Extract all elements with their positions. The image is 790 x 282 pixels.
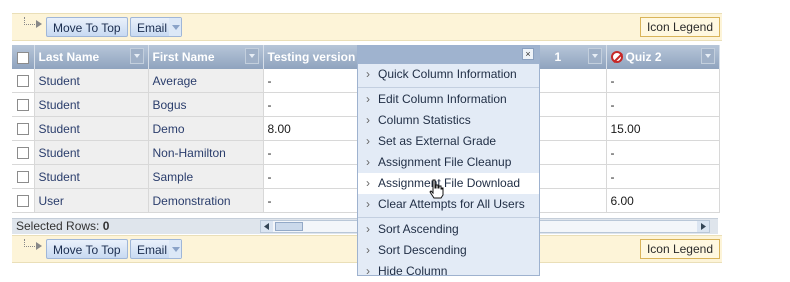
row-checkbox[interactable] [16, 147, 29, 160]
last-name-cell[interactable]: Student [34, 140, 149, 165]
menu-items: Quick Column Information Edit Column Info… [358, 64, 539, 282]
select-all-checkbox[interactable] [16, 51, 29, 64]
first-name-cell[interactable]: Bogus [148, 92, 264, 117]
scrollbar-thumb[interactable] [275, 222, 303, 231]
quiz-2-cell[interactable]: - [606, 164, 720, 189]
selected-rows-label: Selected Rows: [16, 219, 100, 233]
menu-item-clear-attempts-for-all-users[interactable]: Clear Attempts for All Users [358, 194, 539, 215]
row-checkbox[interactable] [16, 195, 29, 208]
top-action-bar: Move To Top Email Icon Legend [12, 13, 722, 41]
selected-rows-count: 0 [102, 219, 110, 233]
menu-header: × [358, 46, 539, 64]
row-checkbox[interactable] [16, 75, 29, 88]
first-name-cell[interactable]: Non-Hamilton [148, 140, 264, 165]
scroll-left-glyph [264, 223, 269, 230]
menu-separator [358, 217, 539, 218]
column-header-first-name[interactable]: First Name [148, 45, 264, 69]
arrow-icon [24, 17, 46, 31]
move-to-top-button[interactable]: Move To Top [46, 17, 128, 37]
row-select-cell [12, 92, 35, 117]
scroll-right-glyph [701, 223, 706, 230]
row-select-cell [12, 140, 35, 165]
no-entry-icon [610, 51, 623, 63]
column-header-label: 1 [554, 50, 562, 64]
first-name-cell[interactable]: Demo [148, 116, 264, 141]
hand-pointer-glyph [429, 179, 444, 199]
menu-item-edit-column-information[interactable]: Edit Column Information [358, 89, 539, 110]
chevron-down-icon [169, 240, 182, 258]
row-select-cell [12, 116, 35, 141]
column-header-quiz-2[interactable]: Quiz 2 [606, 45, 720, 69]
chevron-down-icon [169, 18, 182, 36]
quiz-2-cell[interactable]: - [606, 140, 720, 165]
quiz-2-cell[interactable]: - [606, 69, 720, 93]
scroll-left-icon[interactable] [261, 221, 273, 232]
column-header-label: Quiz 2 [625, 50, 662, 64]
arrow-icon [24, 239, 46, 253]
column-header-label: Last Name [38, 50, 100, 64]
row-checkbox[interactable] [16, 171, 29, 184]
menu-item-hide-column[interactable]: Hide Column [358, 261, 539, 282]
column-menu-icon[interactable] [587, 48, 602, 64]
column-header-label: First Name [152, 50, 215, 64]
row-checkbox[interactable] [16, 99, 29, 112]
icon-legend-button[interactable]: Icon Legend [639, 17, 720, 37]
column-context-menu: × Quick Column Information Edit Column In… [357, 45, 540, 282]
menu-item-assignment-file-cleanup[interactable]: Assignment File Cleanup [358, 152, 539, 173]
last-name-cell[interactable]: Student [34, 92, 149, 117]
quiz-2-cell[interactable]: 6.00 [606, 188, 720, 213]
menu-item-set-as-external-grade[interactable]: Set as External Grade [358, 131, 539, 152]
last-name-cell[interactable]: Student [34, 116, 149, 141]
scroll-right-icon[interactable] [697, 221, 709, 232]
select-all-cell [12, 45, 35, 69]
row-select-cell [12, 188, 35, 213]
menu-item-column-statistics[interactable]: Column Statistics [358, 110, 539, 131]
email-label: Email [137, 243, 168, 257]
email-label: Email [137, 21, 168, 35]
last-name-cell[interactable]: Student [34, 69, 149, 93]
last-name-cell[interactable]: Student [34, 164, 149, 189]
quiz-2-cell[interactable]: 15.00 [606, 116, 720, 141]
menu-item-assignment-file-download[interactable]: Assignment File Download [358, 173, 539, 194]
row-select-cell [12, 164, 35, 189]
menu-item-quick-column-information[interactable]: Quick Column Information [358, 64, 539, 85]
column-menu-icon[interactable] [700, 48, 715, 64]
first-name-cell[interactable]: Average [148, 69, 264, 93]
close-icon[interactable]: × [522, 48, 534, 60]
first-name-cell[interactable]: Sample [148, 164, 264, 189]
last-name-cell[interactable]: User [34, 188, 149, 213]
column-header-last-name[interactable]: Last Name [34, 45, 149, 69]
column-menu-icon[interactable] [129, 48, 144, 64]
email-button[interactable]: Email [130, 17, 183, 37]
email-button-bottom[interactable]: Email [130, 239, 183, 259]
menu-item-sort-descending[interactable]: Sort Descending [358, 240, 539, 261]
menu-separator [358, 87, 539, 88]
move-to-top-button-bottom[interactable]: Move To Top [46, 239, 128, 259]
row-checkbox[interactable] [16, 123, 29, 136]
quiz-2-cell[interactable]: - [606, 92, 720, 117]
column-header-label: Testing version [267, 50, 356, 64]
row-select-cell [12, 69, 35, 93]
icon-legend-button-bottom[interactable]: Icon Legend [639, 239, 720, 259]
menu-item-sort-ascending[interactable]: Sort Ascending [358, 219, 539, 240]
first-name-cell[interactable]: Demonstration [148, 188, 264, 213]
column-menu-icon[interactable] [244, 48, 259, 64]
hand-pointer-icon [428, 179, 444, 202]
